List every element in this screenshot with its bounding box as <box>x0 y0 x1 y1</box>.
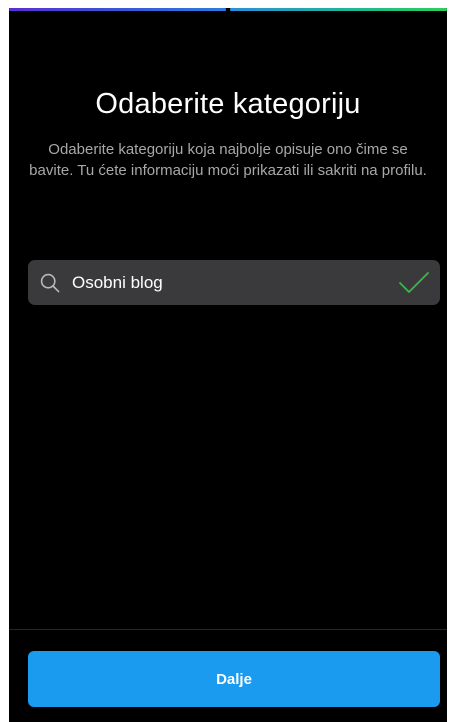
page-description: Odaberite kategoriju koja najbolje opisu… <box>29 141 427 179</box>
next-button[interactable]: Dalje <box>28 651 440 707</box>
category-search-input[interactable] <box>72 260 382 305</box>
app-screen: Odaberite kategoriju Odaberite kategorij… <box>9 8 447 722</box>
footer-divider <box>9 629 447 630</box>
search-icon <box>40 273 60 293</box>
page-title: Odaberite kategoriju <box>95 88 361 120</box>
check-icon <box>398 271 430 295</box>
progress-step-2 <box>230 8 447 11</box>
progress-bar <box>9 8 447 13</box>
category-search-field[interactable] <box>28 260 440 305</box>
progress-step-1 <box>9 8 226 11</box>
